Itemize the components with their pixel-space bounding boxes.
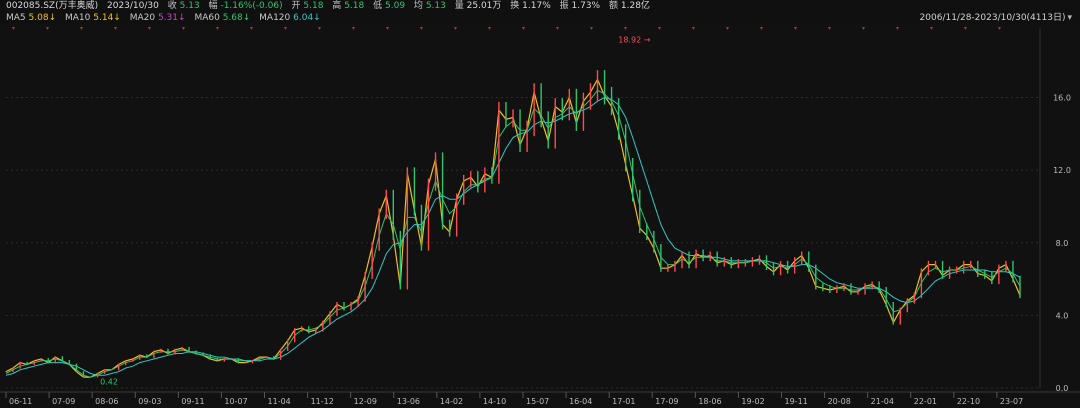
x-tick-label: 07-09 <box>52 397 75 406</box>
event-marker-icon: ▾ <box>386 25 389 32</box>
x-tick-label: 23-07 <box>1000 397 1023 406</box>
open-label: 开 <box>291 1 301 11</box>
ma60-value: 5.68↓ <box>222 13 251 23</box>
x-tick-label: 21-04 <box>871 397 894 406</box>
ma60-label: MA60 <box>194 13 220 23</box>
price-chart[interactable]: 16.012.08.04.00.006-11 07-09 08-06 09-03 09-… <box>0 24 1080 408</box>
stock-code[interactable]: 002085.SZ(万丰奥威) <box>6 0 98 12</box>
x-tick-label: 09-03 <box>138 397 161 406</box>
event-marker-icon: ▾ <box>488 25 491 32</box>
event-marker-icon: ▾ <box>216 25 219 32</box>
avg-value: 5.13 <box>425 1 446 11</box>
x-tick-label: 19-02 <box>741 397 764 406</box>
event-marker-icon: ▾ <box>352 25 355 32</box>
y-tick-label: 12.0 <box>1053 166 1071 175</box>
x-tick-label: 06-11 <box>9 397 32 406</box>
x-tick-label: 17-01 <box>612 397 635 406</box>
amplitude-value: 1.73% <box>571 1 601 11</box>
change-label: 幅 <box>208 1 218 11</box>
volume-value: 25.01万 <box>466 1 502 11</box>
x-tick-label: 10-07 <box>224 397 247 406</box>
x-tick-label: 13-06 <box>397 397 420 406</box>
event-marker-icon: ▾ <box>658 25 661 32</box>
y-tick-label: 8.0 <box>1056 239 1069 248</box>
event-marker-icon: ▾ <box>250 25 253 32</box>
kline-app: 002085.SZ(万丰奥威) 2023/10/30 收 5.13 幅 -1.1… <box>0 0 1080 408</box>
event-marker-icon: ▾ <box>964 25 967 32</box>
open-value: 5.18 <box>303 1 324 11</box>
turnover-value: 1.17% <box>522 1 551 11</box>
event-marker-icon: ▾ <box>182 25 185 32</box>
x-tick-label: 14-10 <box>483 397 506 406</box>
event-marker-icon: ▾ <box>862 25 865 32</box>
ma5-value: 5.08↓ <box>28 13 57 23</box>
volume-label: 量 <box>454 1 464 11</box>
x-tick-label: 09-11 <box>181 397 204 406</box>
dropdown-caret-icon[interactable]: ▾ <box>1067 13 1072 23</box>
low-label: 低 <box>373 1 383 11</box>
event-marker-icon: ▾ <box>556 25 559 32</box>
ma10-label: MA10 <box>65 13 91 23</box>
avg-label: 均 <box>413 1 423 11</box>
change-value: -1.16%(-0.06) <box>220 1 283 11</box>
event-marker-icon: ▾ <box>828 25 831 32</box>
high-annotation: 18.92 → <box>618 36 650 45</box>
amount-label: 额 <box>608 1 618 11</box>
ma10-value: 5.14↓ <box>93 13 121 23</box>
event-marker-icon: ▾ <box>522 25 525 32</box>
event-marker-icon: ▾ <box>692 25 695 32</box>
ma-bar: MA5 5.08↓ MA10 5.14↓ MA20 5.31↓ MA60 5.6… <box>0 12 1080 24</box>
quote-header: 002085.SZ(万丰奥威) 2023/10/30 收 5.13 幅 -1.1… <box>0 0 1080 12</box>
event-marker-icon: ▾ <box>318 25 321 32</box>
low-annotation: 0.42 <box>100 377 118 386</box>
x-tick-label: 12-09 <box>354 397 377 406</box>
event-marker-icon: ▾ <box>420 25 423 32</box>
amplitude-label: 振 <box>559 1 569 11</box>
event-marker-icon: ▾ <box>454 25 457 32</box>
ma5-label: MA5 <box>6 13 26 23</box>
x-tick-label: 11-12 <box>311 397 334 406</box>
x-tick-label: 17-09 <box>655 397 678 406</box>
event-marker-icon: ▾ <box>624 25 627 32</box>
ma120-label: MA120 <box>259 13 291 23</box>
x-tick-label: 08-06 <box>95 397 118 406</box>
x-tick-label: 20-08 <box>828 397 851 406</box>
event-marker-icon: ▾ <box>284 25 287 32</box>
event-marker-icon: ▾ <box>12 25 15 32</box>
event-marker-icon: ▾ <box>794 25 797 32</box>
ma20-value: 5.31↓ <box>157 13 186 23</box>
event-marker-icon: ▾ <box>80 25 83 32</box>
high-value: 5.18 <box>344 1 365 11</box>
x-tick-label: 18-06 <box>698 397 721 406</box>
x-tick-label: 11-04 <box>268 397 291 406</box>
y-tick-label: 16.0 <box>1053 94 1071 103</box>
event-marker-icon: ▾ <box>114 25 117 32</box>
x-tick-label: 14-02 <box>440 397 463 406</box>
y-tick-label: 4.0 <box>1056 311 1069 320</box>
x-tick-label: 16-04 <box>569 397 592 406</box>
event-marker-icon: ▾ <box>896 25 899 32</box>
close-label: 收 <box>167 1 177 11</box>
x-tick-label: 22-01 <box>914 397 937 406</box>
x-tick-label: 19-11 <box>785 397 808 406</box>
ma120-value: 6.04↓ <box>293 13 321 23</box>
ma20-label: MA20 <box>129 13 156 23</box>
event-marker-icon: ▾ <box>760 25 763 32</box>
event-marker-icon: ▾ <box>46 25 49 32</box>
low-value: 5.09 <box>385 1 406 11</box>
event-marker-icon: ▾ <box>930 25 933 32</box>
event-marker-icon: ▾ <box>726 25 729 32</box>
turnover-label: 换 <box>510 1 520 11</box>
date-range-text: 2006/11/28-2023/10/30(4113日) <box>919 13 1066 23</box>
x-tick-label: 22-10 <box>957 397 980 406</box>
close-value: 5.13 <box>179 1 200 11</box>
event-marker-icon: ▾ <box>998 25 1001 32</box>
date-range[interactable]: 2006/11/28-2023/10/30(4113日) ▾ <box>920 12 1072 24</box>
amount-value: 1.28亿 <box>620 1 650 11</box>
x-tick-label: 15-07 <box>526 397 549 406</box>
event-marker-icon: ▾ <box>590 25 593 32</box>
event-marker-icon: ▾ <box>148 25 151 32</box>
high-label: 高 <box>332 1 342 11</box>
quote-date: 2023/10/30 <box>107 1 159 11</box>
